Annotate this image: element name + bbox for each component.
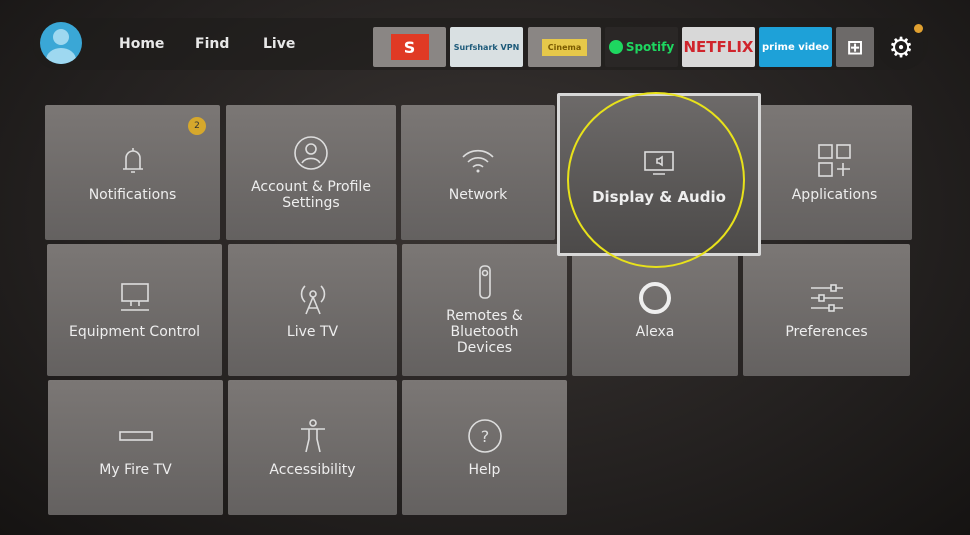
nav-find[interactable]: Find — [195, 36, 229, 52]
alexa-icon — [639, 282, 671, 314]
tile-display-audio[interactable]: Display & Audio — [557, 93, 761, 256]
tile-label: My Fire TV — [99, 461, 172, 478]
nav-live[interactable]: Live — [263, 36, 295, 52]
tile-live-tv[interactable]: Live TV — [228, 244, 397, 376]
sliders-icon — [810, 284, 843, 312]
app-spotify[interactable]: Spotify — [605, 27, 678, 67]
tile-accessibility[interactable]: Accessibility — [228, 380, 397, 515]
tile-remotes-bluetooth-devices[interactable]: Remotes & Bluetooth Devices — [402, 244, 567, 376]
spotify-icon — [608, 40, 623, 54]
apps-icon — [817, 143, 851, 177]
app-s[interactable]: S — [373, 27, 446, 67]
help-icon: ? — [467, 418, 502, 453]
tile-applications[interactable]: Applications — [757, 105, 912, 240]
tile-my-fire-tv[interactable]: My Fire TV — [48, 380, 223, 515]
app-spotify-label: Spotify — [625, 40, 675, 54]
antenna-icon — [300, 285, 325, 315]
tile-label: Applications — [791, 186, 878, 203]
tile-label: Display & Audio — [592, 187, 726, 206]
tile-label: Help — [468, 461, 501, 478]
user-icon — [294, 135, 328, 170]
bell-icon — [122, 147, 143, 173]
monitor-icon — [120, 283, 149, 311]
fire-tv-settings-screen: Home Find Live S Surfshark VPN Cinema Sp… — [0, 0, 970, 535]
tile-alexa[interactable]: Alexa — [572, 244, 738, 376]
tile-label: Alexa — [635, 324, 675, 340]
tile-equipment-control[interactable]: Equipment Control — [47, 244, 222, 376]
notification-badge: 2 — [188, 117, 206, 135]
tile-account-profile-settings[interactable]: Account & Profile Settings — [226, 105, 396, 240]
svg-text:?: ? — [480, 427, 489, 446]
firetv-icon — [118, 430, 153, 441]
tile-label: Live TV — [286, 324, 339, 340]
wifi-icon — [462, 149, 494, 172]
tile-label: Notifications — [88, 186, 177, 203]
app-s-logo: S — [390, 34, 429, 60]
tile-label: Preferences — [785, 324, 868, 340]
all-apps-icon[interactable]: ⊞ — [836, 27, 874, 67]
app-prime-video[interactable]: prime video — [759, 27, 832, 67]
accessibility-icon — [300, 418, 325, 452]
tile-preferences[interactable]: Preferences — [743, 244, 910, 376]
tile-label: Remotes & Bluetooth Devices — [446, 308, 523, 356]
tile-label: Accessibility — [269, 461, 356, 478]
tile-notifications[interactable]: Notifications 2 — [45, 105, 220, 240]
app-cinema[interactable]: Cinema — [528, 27, 601, 67]
tile-label: Equipment Control — [68, 324, 201, 340]
nav-home[interactable]: Home — [119, 36, 164, 52]
app-cinema-logo: Cinema — [541, 38, 588, 56]
display-icon — [644, 150, 674, 175]
tile-network[interactable]: Network — [401, 105, 555, 240]
tile-help[interactable]: ? Help — [402, 380, 567, 515]
app-surfshark[interactable]: Surfshark VPN — [450, 27, 523, 67]
remote-icon — [478, 265, 491, 299]
tile-label: Account & Profile Settings — [251, 178, 371, 211]
tile-label: Network — [448, 186, 508, 203]
profile-avatar[interactable] — [40, 22, 82, 64]
settings-notification-dot — [914, 24, 923, 33]
app-netflix[interactable]: NETFLIX — [682, 27, 755, 67]
